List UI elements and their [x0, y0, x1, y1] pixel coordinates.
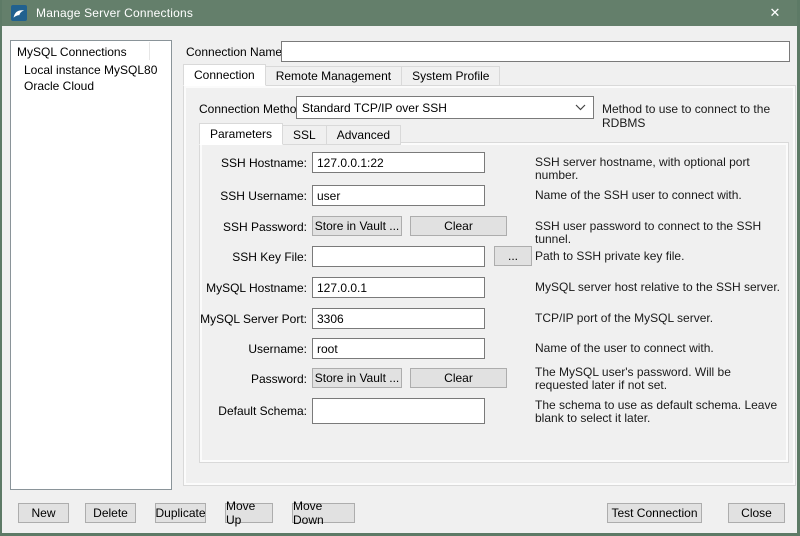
password-clear-button[interactable]: Clear	[410, 368, 507, 388]
main-tab-strip: Connection Remote Management System Prof…	[183, 64, 499, 86]
tab-connection[interactable]: Connection	[183, 64, 266, 86]
ssh-key-file-label: SSH Key File:	[199, 250, 307, 264]
connection-method-label: Connection Method:	[199, 102, 306, 116]
connection-item-local-instance[interactable]: Local instance MySQL80	[11, 62, 171, 78]
mysql-hostname-input[interactable]	[312, 277, 485, 298]
mysql-server-port-input[interactable]	[312, 308, 485, 329]
subtab-advanced[interactable]: Advanced	[326, 125, 401, 145]
connection-method-value: Standard TCP/IP over SSH	[302, 101, 447, 115]
connection-name-input[interactable]	[281, 41, 790, 62]
ssh-hostname-label: SSH Hostname:	[199, 156, 307, 170]
tab-system-profile[interactable]: System Profile	[401, 66, 500, 86]
connection-item-oracle-cloud[interactable]: Oracle Cloud	[11, 78, 171, 94]
default-schema-hint: The schema to use as default schema. Lea…	[535, 399, 787, 425]
close-button[interactable]: Close	[728, 503, 785, 523]
subtab-ssl[interactable]: SSL	[282, 125, 327, 145]
mysql-hostname-label: MySQL Hostname:	[199, 281, 307, 295]
mysql-workbench-icon	[11, 5, 27, 21]
connections-list[interactable]: MySQL Connections Local instance MySQL80…	[10, 40, 172, 490]
chevron-down-icon	[575, 104, 586, 111]
ssh-hostname-hint: SSH server hostname, with optional port …	[535, 156, 787, 182]
password-label: Password:	[199, 372, 307, 386]
ssh-username-input[interactable]	[312, 185, 485, 206]
ssh-username-label: SSH Username:	[199, 189, 307, 203]
default-schema-label: Default Schema:	[199, 404, 307, 418]
list-column-divider	[149, 42, 150, 60]
delete-button[interactable]: Delete	[85, 503, 136, 523]
window-title: Manage Server Connections	[36, 6, 193, 20]
username-hint: Name of the user to connect with.	[535, 342, 787, 355]
parameters-tab-strip: Parameters SSL Advanced	[199, 123, 400, 145]
ssh-username-hint: Name of the SSH user to connect with.	[535, 189, 787, 202]
tab-remote-management[interactable]: Remote Management	[265, 66, 402, 86]
password-store-in-vault-button[interactable]: Store in Vault ...	[312, 368, 402, 388]
password-hint: The MySQL user's password. Will be reque…	[535, 366, 787, 392]
ssh-password-store-in-vault-button[interactable]: Store in Vault ...	[312, 216, 402, 236]
subtab-parameters[interactable]: Parameters	[199, 123, 283, 145]
ssh-password-hint: SSH user password to connect to the SSH …	[535, 220, 787, 246]
move-down-button[interactable]: Move Down	[292, 503, 355, 523]
titlebar: Manage Server Connections ✕	[2, 0, 797, 26]
ssh-password-label: SSH Password:	[199, 220, 307, 234]
duplicate-button[interactable]: Duplicate	[155, 503, 206, 523]
ssh-key-file-input[interactable]	[312, 246, 485, 267]
username-input[interactable]	[312, 338, 485, 359]
connection-name-label: Connection Name:	[186, 45, 285, 59]
ssh-key-file-browse-button[interactable]: ...	[494, 246, 532, 266]
connection-method-hint: Method to use to connect to the RDBMS	[602, 102, 797, 130]
ssh-password-clear-button[interactable]: Clear	[410, 216, 507, 236]
manage-server-connections-dialog: Manage Server Connections ✕ MySQL Connec…	[0, 0, 800, 536]
mysql-server-port-hint: TCP/IP port of the MySQL server.	[535, 312, 787, 325]
connections-list-header: MySQL Connections	[11, 41, 171, 62]
username-label: Username:	[199, 342, 307, 356]
ssh-hostname-input[interactable]	[312, 152, 485, 173]
move-up-button[interactable]: Move Up	[225, 503, 273, 523]
default-schema-input[interactable]	[312, 398, 485, 424]
mysql-server-port-label: MySQL Server Port:	[199, 312, 307, 326]
test-connection-button[interactable]: Test Connection	[607, 503, 702, 523]
ssh-key-file-hint: Path to SSH private key file.	[535, 250, 787, 263]
mysql-hostname-hint: MySQL server host relative to the SSH se…	[535, 281, 787, 294]
connection-method-select[interactable]: Standard TCP/IP over SSH	[296, 96, 594, 119]
close-window-icon[interactable]: ✕	[753, 0, 797, 26]
new-button[interactable]: New	[18, 503, 69, 523]
